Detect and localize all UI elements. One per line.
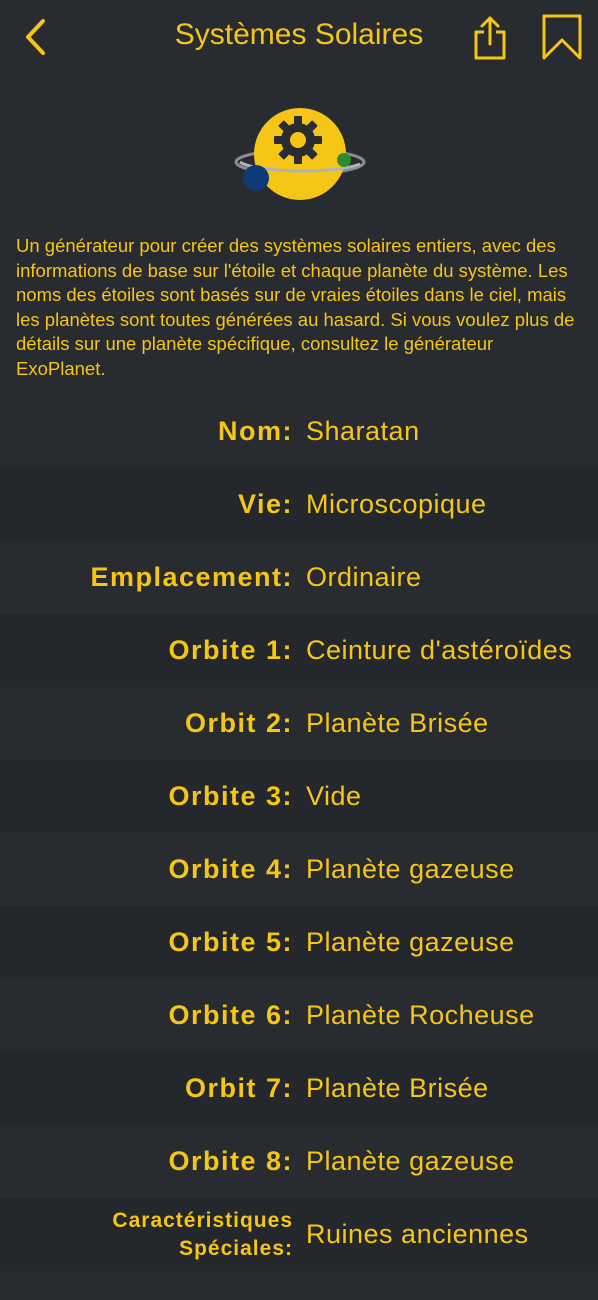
- row-value: Planète Brisée: [306, 708, 489, 738]
- row-special-features: Caractéristiques Spéciales: Ruines ancie…: [0, 1198, 598, 1271]
- top-navigation-bar: Systèmes Solaires: [0, 0, 598, 76]
- share-button[interactable]: [468, 12, 512, 62]
- description-text: Un générateur pour créer des systèmes so…: [16, 235, 575, 379]
- row-value: Planète gazeuse: [306, 1146, 515, 1176]
- back-button[interactable]: [18, 16, 52, 58]
- row-label: Orbit 7:: [184, 1073, 293, 1103]
- row-orbit-8: Orbite 8: Planète gazeuse: [0, 1125, 598, 1198]
- row-value: Planète Rocheuse: [306, 1000, 535, 1030]
- row-label: Caractéristiques Spéciales:: [0, 1207, 293, 1263]
- row-location: Emplacement: Ordinaire: [0, 541, 598, 614]
- share-icon: [474, 16, 506, 60]
- row-orbit-3: Orbite 3: Vide: [0, 760, 598, 833]
- row-label-line-2: Spéciales:: [179, 1236, 293, 1260]
- row-label: Orbite 6:: [168, 1000, 293, 1030]
- row-value: Microscopique: [306, 489, 487, 519]
- bookmark-button[interactable]: [538, 12, 586, 62]
- row-label: Nom:: [218, 416, 293, 446]
- row-value: Sharatan: [306, 416, 420, 446]
- row-label: Emplacement:: [90, 562, 293, 592]
- row-label: Orbite 1:: [168, 635, 293, 665]
- row-label: Vie:: [237, 489, 293, 519]
- row-life: Vie: Microscopique: [0, 468, 598, 541]
- row-value: Planète gazeuse: [306, 927, 515, 957]
- chevron-left-icon: [26, 19, 45, 55]
- row-value: Ceinture d'astéroïdes: [306, 635, 573, 665]
- row-orbit-2: Orbit 2: Planète Brisée: [0, 687, 598, 760]
- row-label: Orbite 8:: [168, 1146, 293, 1176]
- row-label: Orbite 5:: [168, 927, 293, 957]
- row-orbit-1: Orbite 1: Ceinture d'astéroïdes: [0, 614, 598, 687]
- row-orbit-4: Orbite 4: Planète gazeuse: [0, 833, 598, 906]
- row-value: Planète Brisée: [306, 1073, 489, 1103]
- row-value: Ruines anciennes: [306, 1219, 529, 1249]
- row-value: Planète gazeuse: [306, 854, 515, 884]
- solar-system-logo: [234, 108, 366, 200]
- row-orbit-7: Orbit 7: Planète Brisée: [0, 1052, 598, 1125]
- row-label-line-1: Caractéristiques: [112, 1208, 293, 1232]
- row-label: Orbit 2:: [184, 708, 293, 738]
- row-value: Ordinaire: [306, 562, 422, 592]
- bookmark-icon: [542, 14, 582, 60]
- row-label: Orbite 4:: [168, 854, 293, 884]
- row-orbit-5: Orbite 5: Planète gazeuse: [0, 906, 598, 979]
- row-orbit-6: Orbite 6: Planète Rocheuse: [0, 979, 598, 1052]
- row-name: Nom: Sharatan: [0, 395, 598, 468]
- results-list: Nom: Sharatan Vie: Microscopique Emplace…: [0, 395, 598, 1271]
- row-value: Vide: [306, 781, 362, 811]
- row-label: Orbite 3:: [168, 781, 293, 811]
